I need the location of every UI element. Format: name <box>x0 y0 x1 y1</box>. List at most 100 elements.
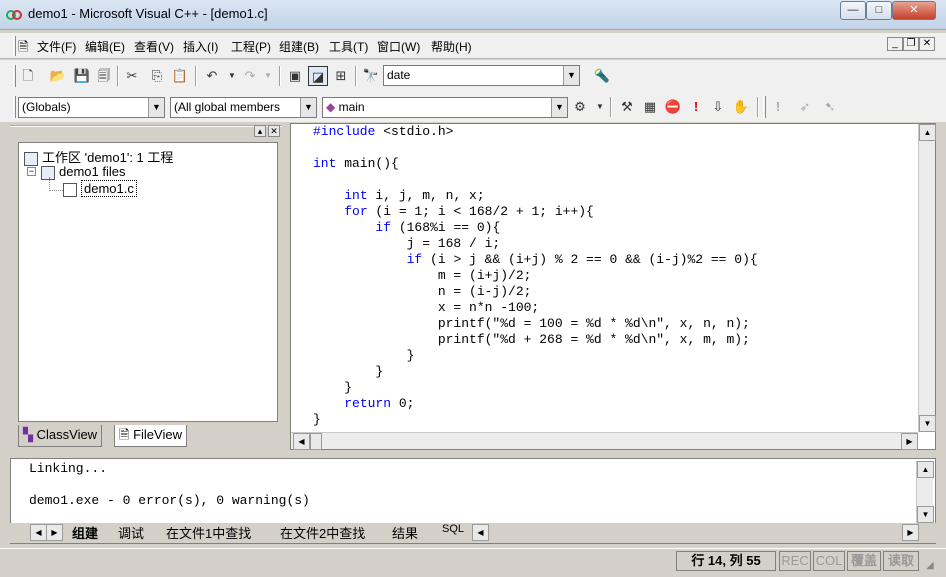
function-combo[interactable]: ◆ main ▼ <box>322 97 568 118</box>
cut-icon[interactable]: ✂ <box>122 66 142 86</box>
build-icon[interactable]: ▦ <box>640 97 660 117</box>
tab-scroll-right-button[interactable]: ▶ <box>46 524 63 541</box>
code-line[interactable]: int main(){ <box>313 156 758 172</box>
mdi-minimize-button[interactable]: _ <box>887 37 903 51</box>
scroll-left-button[interactable]: ◀ <box>293 433 310 450</box>
code-line[interactable]: int i, j, m, n, x; <box>313 188 758 204</box>
scroll-thumb[interactable] <box>310 433 322 450</box>
close-button[interactable]: ✕ <box>892 1 936 20</box>
menu-window[interactable]: 窗口(W) <box>377 38 420 55</box>
document-icon[interactable]: 🗎 <box>18 38 28 60</box>
redo-icon[interactable]: ↷ <box>240 66 260 86</box>
save-icon[interactable]: 💾 <box>72 66 92 86</box>
open-folder-icon[interactable]: 📂 <box>48 66 68 86</box>
output-window-icon[interactable]: ◪ <box>308 66 328 86</box>
compile-icon[interactable]: ⚒ <box>617 97 637 117</box>
execute-icon[interactable]: ! <box>686 97 706 117</box>
code-line[interactable]: printf("%d + 268 = %d * %d\n", x, m, m); <box>313 332 758 348</box>
copy-icon[interactable]: ⎘ <box>147 66 167 86</box>
menu-view[interactable]: 查看(V) <box>134 38 174 55</box>
execute-disabled-icon[interactable]: ! <box>768 97 788 117</box>
resize-grip-icon[interactable]: ◢ <box>926 560 940 574</box>
code-line[interactable]: } <box>313 380 758 396</box>
output-vertical-scrollbar[interactable]: ▲ ▼ <box>916 461 934 523</box>
menu-edit[interactable]: 编辑(E) <box>85 38 125 55</box>
window-list-icon[interactable]: ⊞ <box>331 66 351 86</box>
tab-results[interactable]: 结果 <box>392 523 418 542</box>
chevron-down-icon[interactable]: ▼ <box>148 98 164 117</box>
code-line[interactable]: printf("%d = 100 = %d * %d\n", x, n, n); <box>313 316 758 332</box>
code-line[interactable]: } <box>313 412 758 428</box>
stop-build-icon[interactable]: ⛔ <box>663 97 683 117</box>
tab-build[interactable]: 组建 <box>72 523 98 542</box>
panel-dock-button[interactable]: ▴ <box>254 125 266 137</box>
scroll-right-button[interactable]: ▶ <box>901 433 918 450</box>
tab-debug[interactable]: 调试 <box>118 523 144 542</box>
redo-dropdown-icon[interactable]: ▼ <box>258 66 278 86</box>
scroll-down-button[interactable]: ▼ <box>919 415 936 432</box>
menu-file[interactable]: 文件(F) <box>37 38 76 55</box>
code-line[interactable]: j = 168 / i; <box>313 236 758 252</box>
code-line[interactable]: if (i > j && (i+j) % 2 == 0 && (i-j)%2 =… <box>313 252 758 268</box>
c-file-icon <box>63 182 77 197</box>
code-line[interactable]: return 0; <box>313 396 758 412</box>
code-line[interactable]: } <box>313 348 758 364</box>
code-line[interactable]: } <box>313 364 758 380</box>
menu-insert[interactable]: 插入(I) <box>183 38 218 55</box>
chevron-down-icon[interactable]: ▼ <box>563 66 579 85</box>
code-line[interactable]: n = (i-j)/2; <box>313 284 758 300</box>
code-line[interactable] <box>313 140 758 156</box>
members-combo[interactable]: (All global members ▼ <box>170 97 317 118</box>
find-combo[interactable]: date ▼ <box>383 65 580 86</box>
tab-fileview[interactable]: 🗎 FileView <box>114 425 187 447</box>
menu-build[interactable]: 组建(B) <box>279 38 319 55</box>
scroll-up-button[interactable]: ▲ <box>917 461 934 478</box>
step-over-icon[interactable]: ➷ <box>820 97 840 117</box>
panel-close-button[interactable]: ✕ <box>268 125 280 137</box>
chevron-down-icon[interactable]: ▼ <box>300 98 316 117</box>
code-line[interactable]: if (168%i == 0){ <box>313 220 758 236</box>
workspace-icon[interactable]: ▣ <box>285 66 305 86</box>
code-line[interactable]: for (i = 1; i < 168/2 + 1; i++){ <box>313 204 758 220</box>
breakpoint-hand-icon[interactable]: ✋ <box>731 97 751 117</box>
mdi-restore-button[interactable]: ❐ <box>903 37 919 51</box>
save-all-icon[interactable]: 🗐 <box>94 66 114 86</box>
tab-scroll-left-button[interactable]: ◀ <box>30 524 47 541</box>
tree-file-demo1[interactable]: demo1.c <box>63 180 137 197</box>
menu-project[interactable]: 工程(P) <box>231 38 271 55</box>
code-line[interactable]: #include <stdio.h> <box>313 124 758 140</box>
chevron-down-icon[interactable]: ▼ <box>551 98 567 117</box>
wizard-action-dropdown-icon[interactable]: ▼ <box>590 97 610 117</box>
undo-dropdown-icon[interactable]: ▼ <box>222 66 242 86</box>
editor-horizontal-scrollbar[interactable]: ◀ ▶ <box>291 432 918 450</box>
code-text[interactable]: #include <stdio.h> int main(){ int i, j,… <box>313 124 758 428</box>
menu-help[interactable]: 帮助(H) <box>431 38 472 55</box>
mdi-close-button[interactable]: ✕ <box>919 37 935 51</box>
tab-sql[interactable]: SQL <box>442 523 464 535</box>
tab-strip-scroll-left-button[interactable]: ◀ <box>472 524 489 541</box>
scroll-up-button[interactable]: ▲ <box>919 124 936 141</box>
globals-combo[interactable]: (Globals) ▼ <box>18 97 165 118</box>
code-line[interactable]: m = (i+j)/2; <box>313 268 758 284</box>
step-into-icon[interactable]: ➶ <box>795 97 815 117</box>
wizard-action-icon[interactable]: ⚙ <box>570 97 590 117</box>
code-editor[interactable]: #include <stdio.h> int main(){ int i, j,… <box>290 123 936 450</box>
minimize-button[interactable]: — <box>840 1 866 20</box>
tab-find-in-files-2[interactable]: 在文件2中查找 <box>280 523 365 542</box>
scroll-down-button[interactable]: ▼ <box>917 506 934 523</box>
go-icon[interactable]: ⇩ <box>708 97 728 117</box>
tab-strip-scroll-right-button[interactable]: ▶ <box>902 524 919 541</box>
maximize-button[interactable]: □ <box>866 1 892 20</box>
tab-find-in-files-1[interactable]: 在文件1中查找 <box>166 523 251 542</box>
code-line[interactable]: x = n*n -100; <box>313 300 758 316</box>
find-in-files-icon[interactable]: 🔭 <box>361 66 381 86</box>
find-icon[interactable]: 🔦 <box>592 66 612 86</box>
code-line[interactable] <box>313 172 758 188</box>
new-file-icon[interactable]: 🗋 <box>18 66 38 86</box>
editor-vertical-scrollbar[interactable]: ▲ ▼ <box>918 124 936 432</box>
undo-icon[interactable]: ↶ <box>202 66 222 86</box>
menu-tools[interactable]: 工具(T) <box>329 38 368 55</box>
paste-icon[interactable]: 📋 <box>170 66 190 86</box>
tab-classview[interactable]: ▚ ClassView <box>18 425 103 447</box>
collapse-toggle[interactable]: − <box>27 167 36 176</box>
